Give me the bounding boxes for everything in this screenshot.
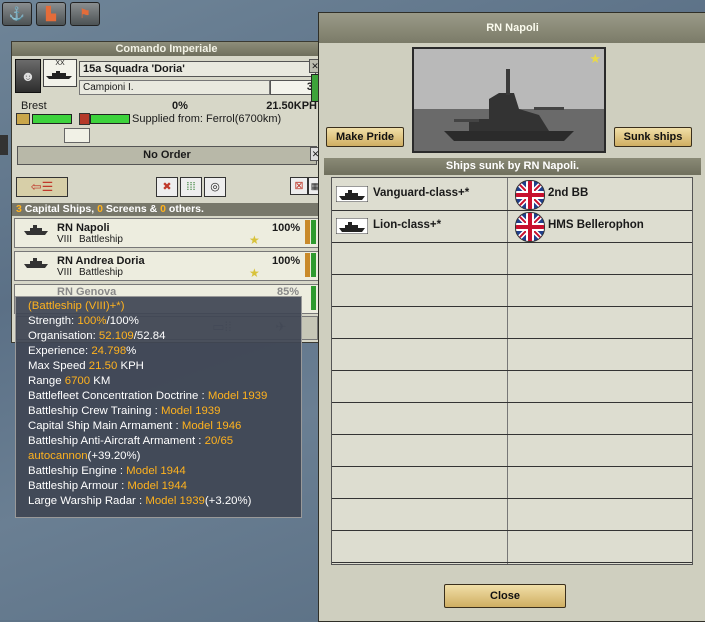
- ship-strength: 100%: [272, 255, 301, 267]
- str-bar: [311, 286, 316, 310]
- str-bar: [311, 220, 316, 244]
- flag-icon[interactable]: ⚑: [70, 2, 100, 26]
- supply-source: Supplied from: Ferrol(6700km): [132, 113, 282, 125]
- battleship-icon: [46, 71, 72, 79]
- ship-tier: VIII: [57, 267, 73, 278]
- ship-row-andrea-doria[interactable]: RN Andrea Doria VIII Battleship 100% ★: [14, 251, 319, 281]
- cancel-icon[interactable]: ⊠: [290, 177, 308, 195]
- battleship-icon: [24, 225, 48, 235]
- factory-icon[interactable]: ▙: [36, 2, 66, 26]
- empty-row: [332, 466, 692, 499]
- org-bar: [305, 253, 310, 277]
- edge-handle[interactable]: [0, 135, 8, 155]
- make-pride-button[interactable]: Make Pride: [326, 127, 404, 147]
- sunk-ships-table: Vanguard-class+* 2nd BB Lion-class+* HMS…: [331, 177, 693, 565]
- target-icon[interactable]: ◎: [204, 177, 226, 197]
- star-icon: ★: [249, 233, 260, 247]
- star-icon: ★: [249, 266, 260, 280]
- speed-value: 21.50KPH: [266, 100, 317, 112]
- empty-row: [332, 530, 692, 563]
- unit-name[interactable]: 15a Squadra 'Doria': [79, 61, 316, 77]
- ship-tooltip: (Battleship (VIII)+*) Strength: 100%/100…: [15, 296, 302, 518]
- ship-window: RN Napoli ★ Make Pride Sunk ships Ships …: [318, 12, 705, 622]
- tooltip-tech: Battleship Engine : Model 1944: [28, 465, 186, 477]
- ship-tier: VIII: [57, 234, 73, 245]
- empty-row: [332, 338, 692, 371]
- supply-bar: [32, 114, 72, 124]
- ship-photo: ★: [412, 47, 606, 153]
- str-bar: [311, 253, 316, 277]
- ship-photo-image: [414, 49, 604, 151]
- back-arrow-icon[interactable]: ⇦☰: [16, 177, 68, 197]
- ship-class: Lion-class+*: [373, 219, 442, 231]
- table-row[interactable]: Vanguard-class+* 2nd BB: [332, 178, 692, 211]
- tooltip-strength: Strength: 100%/100%: [28, 315, 139, 327]
- uk-flag-icon: [515, 180, 545, 210]
- battleship-icon: [24, 258, 48, 268]
- sunk-ship-name: 2nd BB: [548, 187, 589, 199]
- fuel-icon: [79, 113, 90, 125]
- tooltip-tech: autocannon(+39.20%): [28, 450, 141, 462]
- uk-flag-icon: [515, 212, 545, 242]
- ship-name: RN Andrea Doria: [57, 255, 145, 267]
- tooltip-tech: Battleship Armour : Model 1944: [28, 480, 187, 492]
- empty-row: [332, 434, 692, 467]
- window-title: RN Napoli: [319, 13, 705, 43]
- tooltip-tech: Capital Ship Main Armament : Model 1946: [28, 420, 242, 432]
- tooltip-experience: Experience: 24.798%: [28, 345, 137, 357]
- ship-count: 3: [270, 80, 317, 95]
- star-icon: ★: [589, 51, 601, 66]
- empty-row: [332, 370, 692, 403]
- empty-row: [332, 306, 692, 339]
- tooltip-tech: Battleship Crew Training : Model 1939: [28, 405, 221, 417]
- empty-row: [332, 274, 692, 307]
- tooltip-tech: Battleship Anti-Aircraft Armament : 20/6…: [28, 435, 234, 447]
- blank-slot: [64, 128, 90, 143]
- empty-row: [332, 402, 692, 435]
- ship-name: RN Napoli: [57, 222, 110, 234]
- percent-value: 0%: [172, 100, 188, 112]
- leader-portrait[interactable]: ☻: [15, 59, 41, 93]
- sunk-header: Ships sunk by RN Napoli.: [324, 158, 701, 175]
- ship-strength: 100%: [272, 222, 301, 234]
- ship-row-napoli[interactable]: RN Napoli VIII Battleship 100% ★: [14, 218, 319, 248]
- panel-title: Comando Imperiale: [12, 42, 321, 56]
- fuel-bar: [90, 114, 130, 124]
- ship-class: Vanguard-class+*: [373, 187, 470, 199]
- tooltip-speed: Max Speed 21.50 KPH: [28, 360, 144, 372]
- sunk-ship-name: HMS Bellerophon: [548, 219, 644, 231]
- tooltip-organisation: Organisation: 52.109/52.84: [28, 330, 166, 342]
- empty-row: [332, 498, 692, 531]
- org-bar: [305, 220, 310, 244]
- fleet-summary: 3 Capital Ships, 0 Screens & 0 others.: [12, 203, 321, 216]
- location: Brest: [21, 100, 47, 112]
- unit-counter[interactable]: XX: [43, 59, 77, 87]
- battleship-icon: [336, 186, 368, 202]
- ship-type: Battleship: [79, 267, 123, 278]
- tooltip-tech: Large Warship Radar : Model 1939(+3.20%): [28, 495, 252, 507]
- tooltip-header: (Battleship (VIII)+*): [28, 300, 125, 312]
- order-status: No Order: [17, 146, 317, 165]
- unit-rank: XX: [55, 60, 65, 67]
- supply-icon: [16, 113, 30, 125]
- disband-icon[interactable]: ✖: [156, 177, 178, 197]
- close-button[interactable]: Close: [444, 584, 566, 608]
- sunk-ships-button[interactable]: Sunk ships: [614, 127, 692, 147]
- battleship-icon: [336, 218, 368, 234]
- tooltip-tech: Battlefleet Concentration Doctrine : Mod…: [28, 390, 268, 402]
- tooltip-range: Range 6700 KM: [28, 375, 111, 387]
- leader-name[interactable]: Campioni I.: [79, 80, 270, 95]
- ship-type: Battleship: [79, 234, 123, 245]
- ship-icon[interactable]: ⚓: [2, 2, 32, 26]
- table-row[interactable]: Lion-class+* HMS Bellerophon: [332, 210, 692, 243]
- empty-row: [332, 242, 692, 275]
- reinforce-icon[interactable]: ⁞⁞⁞: [180, 177, 202, 197]
